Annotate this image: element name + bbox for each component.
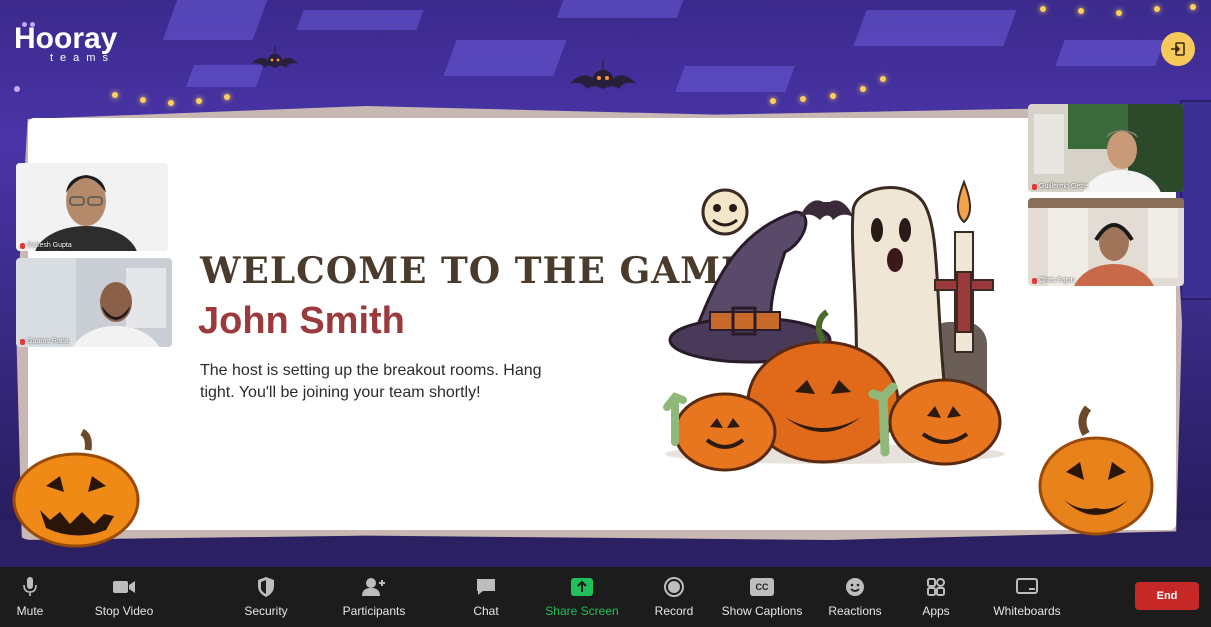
participant-video [1028, 198, 1184, 286]
share-screen-button[interactable]: Share Screen [542, 567, 622, 627]
participants-icon [362, 576, 386, 598]
stop-video-button[interactable]: Stop Video [88, 567, 160, 627]
chat-button[interactable]: Chat [466, 567, 506, 627]
record-icon [662, 576, 686, 598]
record-label: Record [654, 604, 694, 618]
whiteboards-label: Whiteboards [993, 604, 1061, 618]
decor-dot [14, 86, 20, 92]
stop-video-label: Stop Video [94, 604, 154, 618]
participant-name: Gaurav Rana [27, 338, 69, 345]
video-camera-icon [112, 576, 136, 598]
apps-button[interactable]: Apps [916, 567, 956, 627]
halloween-illustration [663, 179, 1005, 472]
captions-glyph: CC [750, 578, 774, 596]
chat-label: Chat [473, 604, 499, 618]
participant-tile[interactable]: Guillermo Gette [1028, 104, 1184, 192]
security-label: Security [244, 604, 288, 618]
participants-label: Participants [342, 604, 406, 618]
jack-o-lantern-icon [1038, 405, 1154, 536]
participants-button[interactable]: Participants [336, 567, 412, 627]
jack-o-lantern-icon [12, 428, 140, 548]
chat-bubble-icon [474, 576, 498, 598]
whiteboard-icon [1015, 576, 1039, 598]
whiteboards-button[interactable]: Whiteboards [988, 567, 1066, 627]
security-button[interactable]: Security [238, 567, 294, 627]
end-meeting-button[interactable]: End [1135, 582, 1199, 610]
participant-video [16, 163, 168, 251]
participant-tile[interactable]: Gaurav Rana [16, 258, 172, 347]
apps-label: Apps [922, 604, 950, 618]
muted-mic-icon [1032, 277, 1037, 284]
brand-name: Hooray [14, 22, 118, 55]
exit-button[interactable] [1161, 32, 1195, 66]
microphone-icon [18, 576, 42, 598]
participant-video [1028, 104, 1184, 192]
smiley-icon [843, 576, 867, 598]
muted-mic-icon [20, 242, 25, 249]
show-captions-label: Show Captions [721, 604, 803, 618]
captions-icon: CC [749, 576, 775, 598]
player-name: John Smith [198, 300, 405, 342]
participant-tile[interactable]: Rakesh Gupta [16, 163, 168, 251]
participant-name: Chris Fajou [1039, 277, 1075, 284]
share-screen-label: Share Screen [545, 604, 619, 618]
reactions-label: Reactions [828, 604, 882, 618]
share-screen-icon [570, 576, 594, 598]
exit-door-icon [1171, 42, 1185, 56]
participant-name: Guillermo Gette [1039, 183, 1089, 190]
waiting-message: The host is setting up the breakout room… [200, 362, 542, 401]
mute-button[interactable]: Mute [8, 567, 52, 627]
mute-label: Mute [16, 604, 44, 618]
bat-icon [252, 46, 298, 68]
participant-tile[interactable]: Chris Fajou [1028, 198, 1184, 286]
show-captions-button[interactable]: CC Show Captions [720, 567, 804, 627]
muted-mic-icon [1032, 183, 1037, 190]
brand-subtitle: teams [50, 52, 115, 64]
hooray-teams-logo: Hooray teams [14, 22, 118, 64]
participant-name: Rakesh Gupta [27, 242, 72, 249]
muted-mic-icon [20, 338, 25, 345]
reactions-button[interactable]: Reactions [826, 567, 884, 627]
shield-icon [254, 576, 278, 598]
bat-icon [570, 60, 636, 89]
apps-icon [924, 576, 948, 598]
record-button[interactable]: Record [650, 567, 698, 627]
participant-video [16, 258, 172, 347]
